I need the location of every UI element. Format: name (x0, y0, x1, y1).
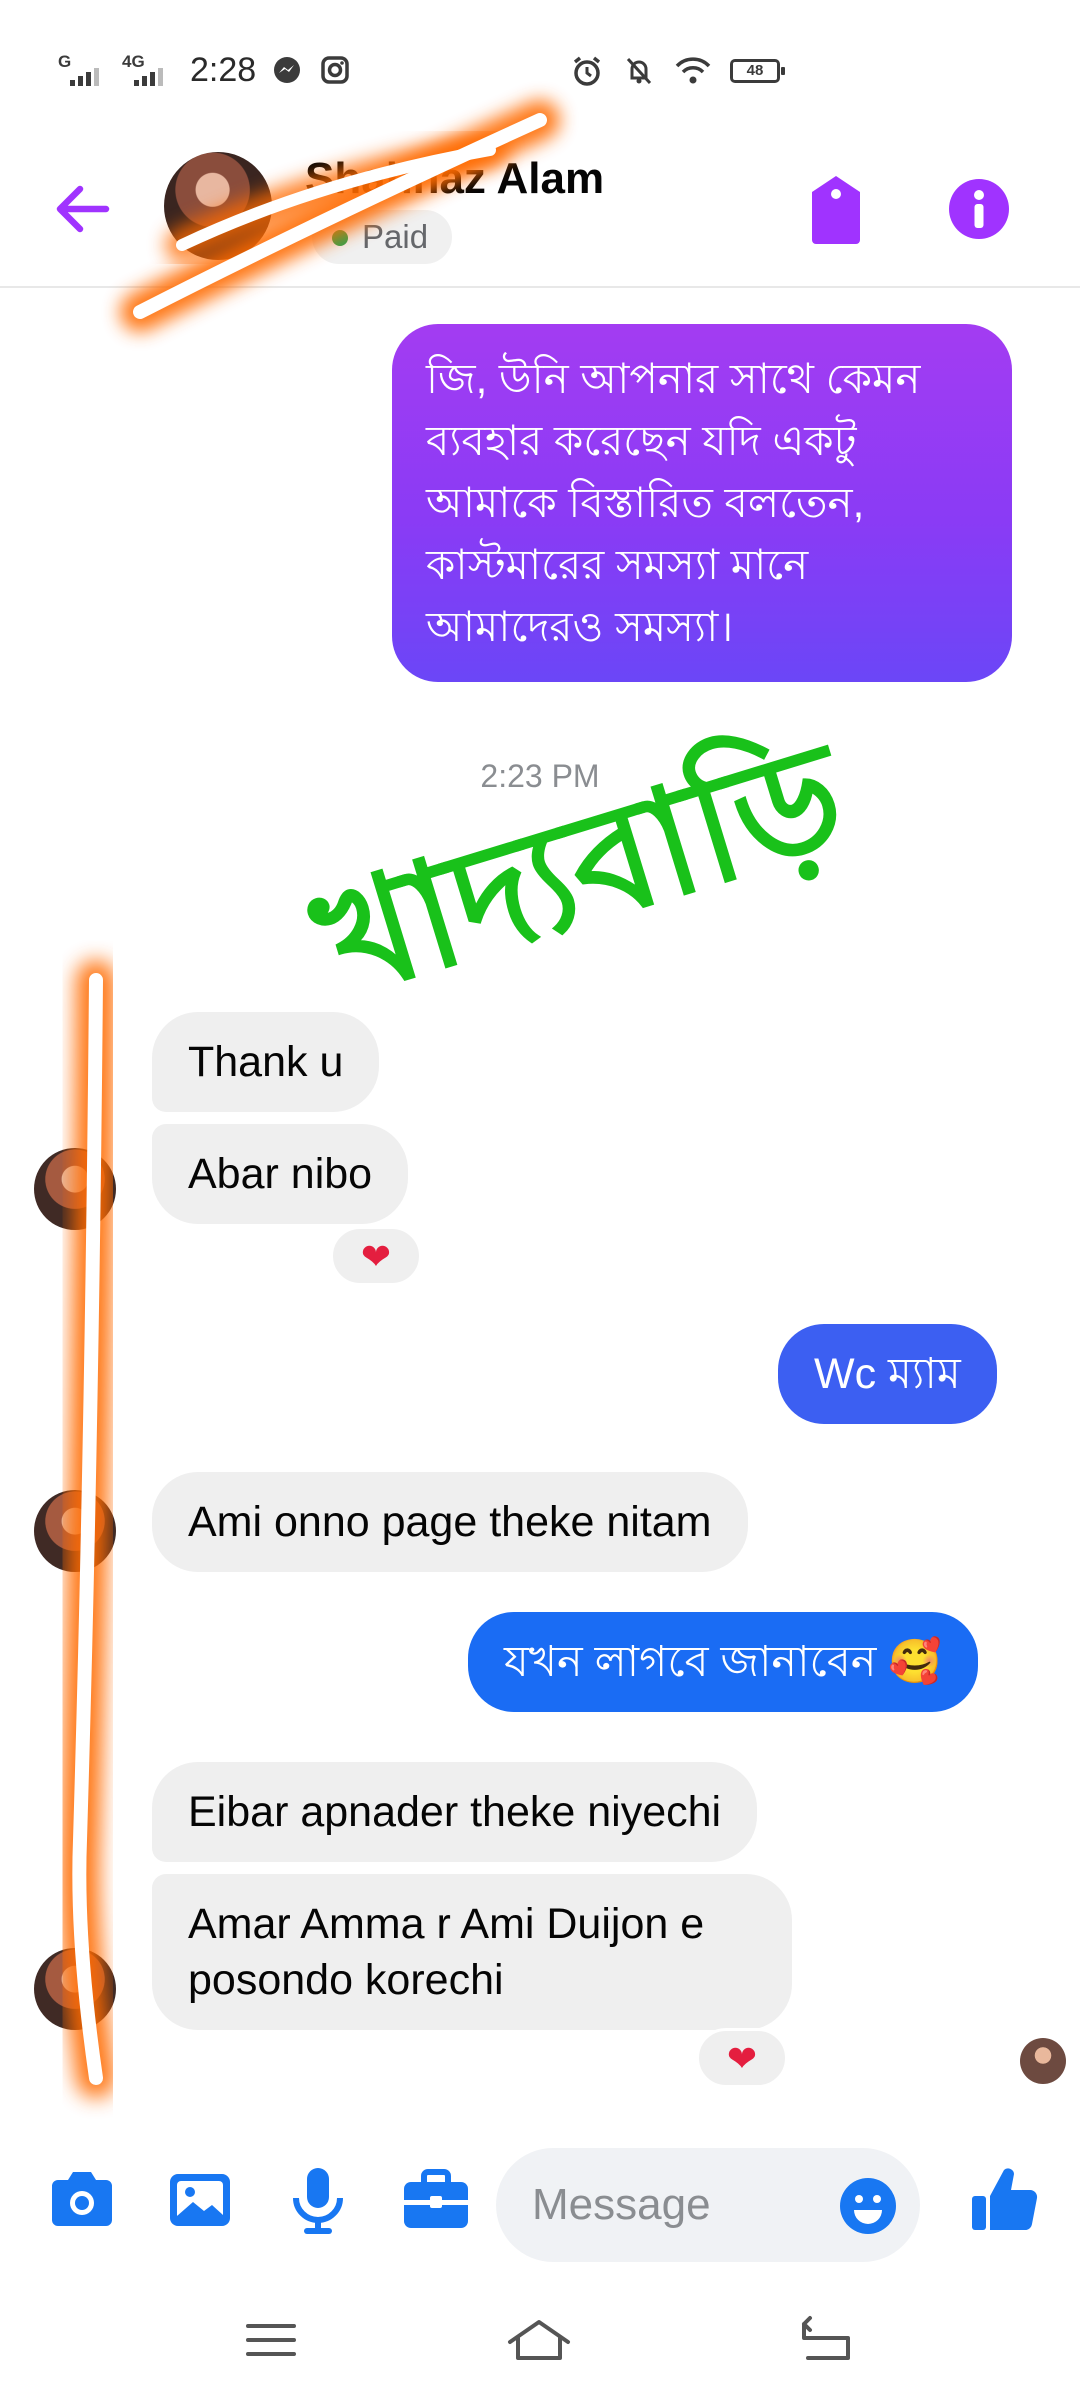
shop-watermark: খাদ্যবাড়ি (295, 709, 864, 1035)
signal-1-icon: G (58, 50, 108, 90)
label-tag-icon[interactable] (806, 174, 866, 246)
contact-avatar[interactable] (164, 152, 272, 260)
contact-message-avatar[interactable] (34, 1490, 116, 1572)
back-arrow-icon[interactable] (48, 174, 118, 244)
heart-reaction-icon[interactable]: ❤ (330, 1226, 422, 1286)
briefcase-icon[interactable] (396, 2160, 476, 2240)
contact-name[interactable]: Shahnaz Alam (305, 154, 604, 204)
signal-2-icon: 4G (122, 50, 172, 90)
camera-icon[interactable] (42, 2160, 122, 2240)
emoji-icon[interactable] (838, 2176, 898, 2236)
outgoing-message-bubble[interactable]: যখন লাগবে জানাবেন 🥰 (468, 1612, 978, 1712)
microphone-icon[interactable] (278, 2160, 358, 2240)
incoming-message-bubble[interactable]: Amar Amma r Ami Duijon e posondo korechi (152, 1874, 792, 2030)
home-icon[interactable] (504, 2310, 574, 2370)
battery-icon: 48 (730, 59, 785, 83)
chat-header: Shahnaz Alam Paid (0, 140, 1080, 288)
status-bar: G 4G 2:28 48 (0, 0, 1080, 140)
status-time: 2:28 (190, 50, 257, 89)
incoming-message-bubble[interactable]: Eibar apnader theke niyechi (152, 1762, 758, 1862)
contact-message-avatar[interactable] (34, 1148, 116, 1230)
incoming-message-bubble[interactable]: Thank u (152, 1012, 380, 1112)
thumbs-up-icon[interactable] (964, 2160, 1044, 2240)
system-navigation-bar (0, 2290, 1080, 2400)
info-icon[interactable] (944, 174, 1014, 244)
outgoing-message-bubble[interactable]: Wc ম্যাম (778, 1324, 997, 1424)
paid-label-text: Paid (362, 218, 429, 255)
seen-receipt-avatar (1020, 2038, 1066, 2084)
silent-icon (626, 57, 652, 85)
message-composer (0, 2130, 1080, 2280)
alarm-icon (573, 56, 601, 86)
status-right: 48 (570, 54, 785, 88)
incoming-message-bubble[interactable]: Abar nibo (152, 1124, 409, 1224)
outgoing-message-bubble[interactable]: জি, উনি আপনার সাথে কেমন ব্যবহার করেছেন য… (392, 324, 1012, 682)
heart-reaction-icon[interactable]: ❤ (696, 2028, 788, 2088)
status-left: G 4G 2:28 (58, 50, 352, 90)
contact-message-avatar[interactable] (34, 1948, 116, 2030)
wifi-icon (675, 57, 711, 84)
messenger-icon (274, 57, 301, 83)
paid-label-badge[interactable]: Paid (312, 210, 453, 264)
gallery-icon[interactable] (160, 2160, 240, 2240)
instagram-icon (321, 56, 349, 84)
back-nav-icon[interactable] (792, 2310, 862, 2370)
menu-icon[interactable] (236, 2310, 306, 2370)
active-status-dot (332, 230, 348, 246)
incoming-message-bubble[interactable]: Ami onno page theke nitam (152, 1472, 748, 1572)
